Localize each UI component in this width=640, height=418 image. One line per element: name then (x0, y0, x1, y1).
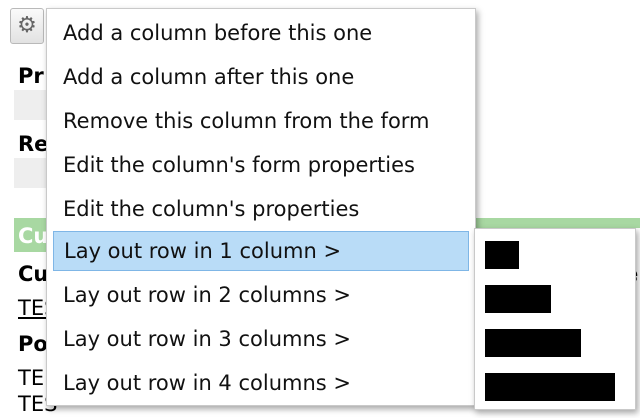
column-bar-4 (485, 373, 615, 401)
menu-item-add-before[interactable]: Add a column before this one (53, 13, 469, 53)
menu-item-edit-properties[interactable]: Edit the column's properties (53, 189, 469, 229)
label-pr: Pr (18, 64, 44, 88)
gear-icon: ⚙ (17, 13, 37, 38)
submenu-option-2-columns[interactable] (485, 277, 625, 313)
menu-item-layout-4-columns[interactable]: Lay out row in 4 columns > (53, 363, 469, 403)
settings-button[interactable]: ⚙ (10, 8, 44, 44)
label-po: Po (18, 332, 48, 356)
column-bar-2 (485, 285, 551, 313)
column-context-menu: Add a column before this one Add a colum… (46, 8, 476, 406)
submenu-option-4-columns[interactable] (485, 365, 625, 401)
menu-item-edit-form-properties[interactable]: Edit the column's form properties (53, 145, 469, 185)
label-cu: Cu (18, 262, 49, 286)
layout-submenu (474, 228, 636, 410)
submenu-option-1-column[interactable] (485, 233, 625, 269)
column-bar-3 (485, 329, 581, 357)
green-header-right (476, 218, 640, 228)
row-te: TE (18, 366, 45, 390)
label-re: Re (18, 132, 49, 156)
submenu-option-3-columns[interactable] (485, 321, 625, 357)
menu-item-add-after[interactable]: Add a column after this one (53, 57, 469, 97)
menu-item-remove-column[interactable]: Remove this column from the form (53, 101, 469, 141)
menu-item-layout-2-columns[interactable]: Lay out row in 2 columns > (53, 275, 469, 315)
label-cu-header: Cu (18, 224, 49, 248)
menu-item-layout-3-columns[interactable]: Lay out row in 3 columns > (53, 319, 469, 359)
menu-item-layout-1-column[interactable]: Lay out row in 1 column > (53, 231, 469, 271)
column-bar-1 (485, 241, 519, 269)
